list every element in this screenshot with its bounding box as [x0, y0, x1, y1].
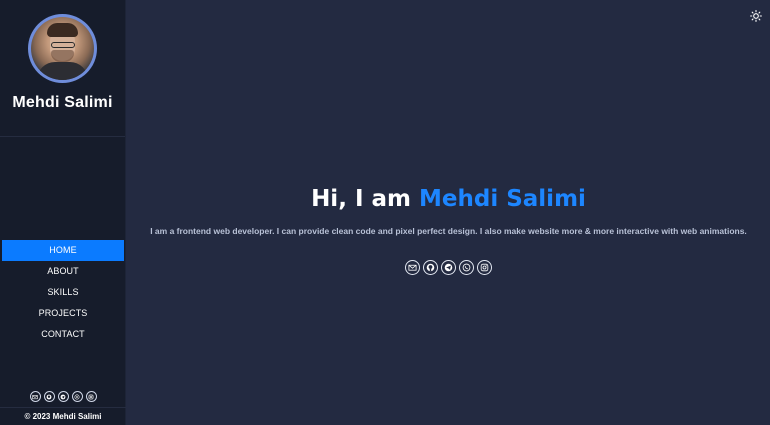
profile-name: Mehdi Salimi	[12, 94, 113, 111]
nav-item-about[interactable]: ABOUT	[2, 261, 124, 282]
mail-icon[interactable]	[405, 260, 420, 275]
sun-icon	[750, 10, 762, 22]
nav-item-home[interactable]: HOME	[2, 240, 124, 261]
whatsapp-icon[interactable]	[71, 391, 83, 402]
sidebar: Mehdi Salimi HOME ABOUT SKILLS PROJECTS …	[0, 0, 126, 425]
github-icon[interactable]	[423, 260, 438, 275]
hero-name: Mehdi Salimi	[419, 186, 586, 212]
hero-headline: Hi, I am Mehdi Salimi	[127, 186, 770, 212]
github-icon[interactable]	[43, 391, 55, 402]
avatar-photo	[31, 17, 94, 80]
avatar	[28, 14, 97, 83]
nav-item-skills[interactable]: SKILLS	[2, 282, 124, 303]
whatsapp-icon[interactable]	[459, 260, 474, 275]
hero-intro: I am a frontend web developer. I can pro…	[150, 226, 747, 236]
hero-greeting: Hi, I am	[311, 186, 419, 212]
instagram-icon[interactable]	[85, 391, 97, 402]
telegram-icon[interactable]	[441, 260, 456, 275]
mail-icon[interactable]	[29, 391, 41, 402]
instagram-icon[interactable]	[477, 260, 492, 275]
theme-toggle-button[interactable]	[750, 9, 762, 22]
sidebar-social-links	[0, 391, 126, 402]
telegram-icon[interactable]	[57, 391, 69, 402]
main-content: Hi, I am Mehdi Salimi I am a frontend we…	[127, 0, 770, 425]
hero-social-links	[127, 260, 770, 275]
nav-item-contact[interactable]: CONTACT	[2, 324, 124, 345]
copyright: © 2023 Mehdi Salimi	[0, 407, 126, 425]
profile-section: Mehdi Salimi	[0, 0, 125, 137]
main-nav: HOME ABOUT SKILLS PROJECTS CONTACT	[2, 240, 124, 345]
nav-item-projects[interactable]: PROJECTS	[2, 303, 124, 324]
